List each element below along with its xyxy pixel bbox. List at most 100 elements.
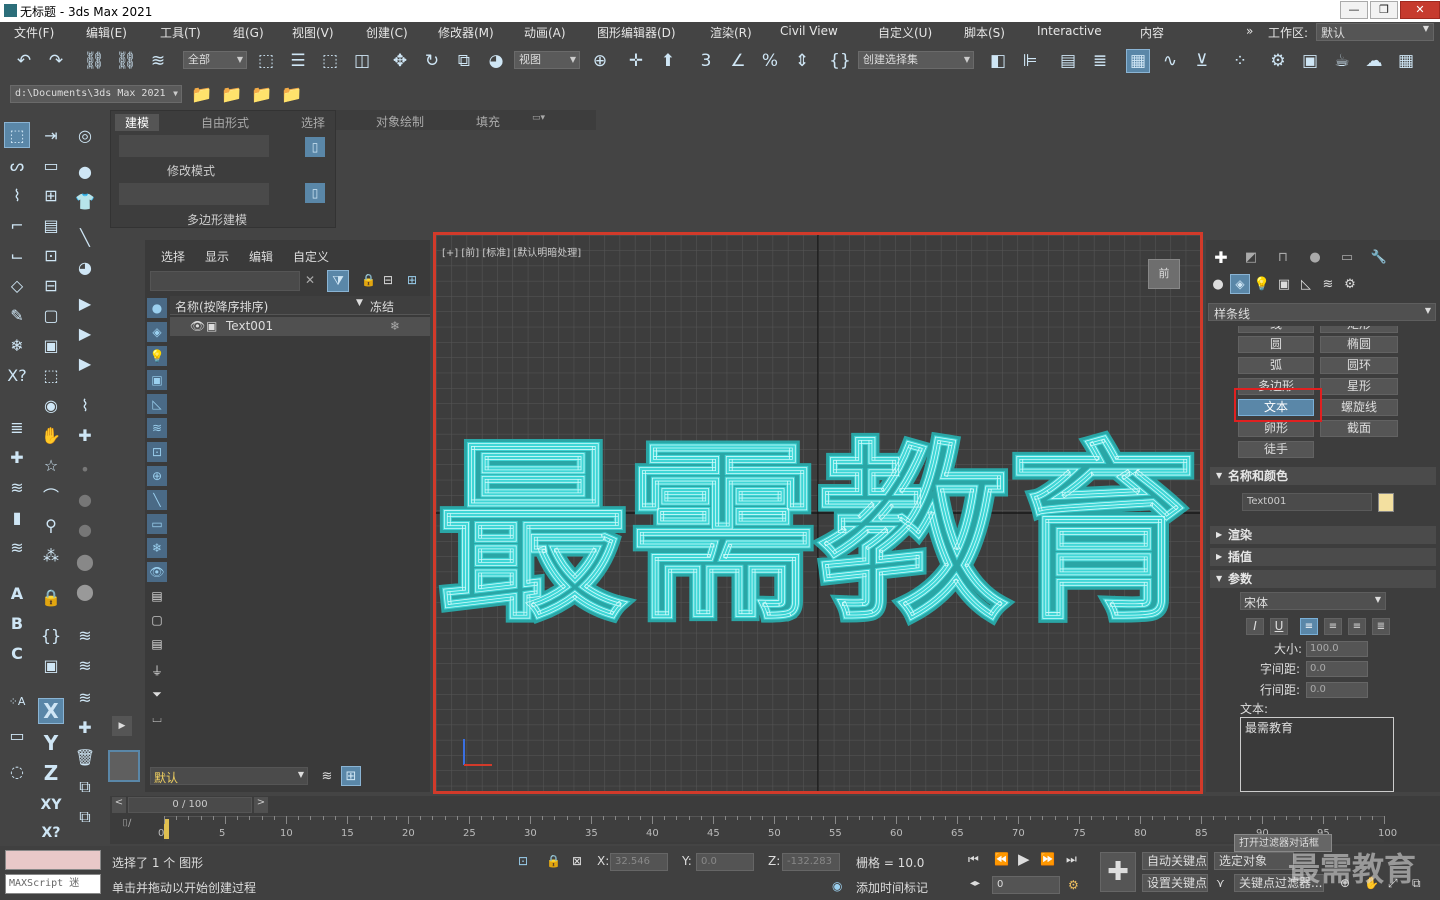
z-axis-icon[interactable]: Z (38, 760, 64, 786)
project-folder-icon[interactable]: 📁 (190, 83, 214, 107)
group-filter-icon[interactable]: ⊡ (147, 442, 167, 462)
a-icon[interactable]: A (4, 580, 30, 606)
select-icon[interactable]: ▮ (4, 504, 30, 530)
menu-rendering[interactable]: 渲染(R) (710, 24, 752, 41)
btn-circle[interactable]: 圆 (1238, 336, 1314, 353)
unlink-icon[interactable]: ⛓ (114, 49, 138, 73)
dot-xlarge-icon[interactable]: ⬤ (72, 548, 98, 574)
record-icon[interactable]: ▶ (72, 350, 98, 376)
workspace-dropdown[interactable]: 默认 ▼ (1316, 23, 1434, 41)
display-all-icon[interactable]: ▤ (147, 586, 167, 606)
brush-icon[interactable]: ╲ (72, 224, 98, 250)
layer-explorer-icon[interactable]: ≣ (1088, 49, 1112, 73)
snowflake-icon[interactable]: ❄ (4, 332, 30, 358)
menu-edit[interactable]: 编辑(E) (86, 24, 127, 41)
set-key-button[interactable]: 设置关键点 (1142, 874, 1208, 892)
align-left-icon[interactable]: ≡ (1300, 618, 1318, 635)
render-setup-icon[interactable]: ⚙ (1266, 49, 1290, 73)
hook-icon[interactable]: ⌒ (38, 482, 64, 508)
link-icon[interactable]: ⛓ (82, 49, 106, 73)
viewcube[interactable]: 前 (1148, 259, 1180, 289)
render-production-icon[interactable]: ☕ (1330, 49, 1354, 73)
rotate-icon[interactable]: ↻ (420, 49, 444, 73)
scene-explorer-mode-icon[interactable]: ⊞ (341, 766, 361, 786)
utilities-tab-icon[interactable]: 🔧 (1368, 246, 1390, 268)
invert-display-icon[interactable]: ▤ (147, 634, 167, 654)
lock-icon[interactable]: 🔒 (38, 584, 64, 610)
dots-circle-icon[interactable]: ◌ (4, 758, 30, 784)
render-cloud-icon[interactable]: ☁ (1362, 49, 1386, 73)
curve-editor-icon[interactable]: ∿ (1158, 49, 1182, 73)
named-selection-dropdown[interactable]: 创建选择集 ▼ (858, 51, 974, 69)
prev-frame-icon[interactable]: < (112, 797, 126, 813)
angle-snap-icon[interactable]: ∠ (726, 49, 750, 73)
object-name-field[interactable]: Text001 (1242, 493, 1372, 511)
select-tool-icon[interactable]: ⌙ (4, 242, 30, 268)
set-key-big-icon[interactable]: ✚ (1100, 852, 1136, 892)
stack-icon[interactable]: ≋ (4, 474, 30, 500)
rect-selection-icon[interactable]: ⬚ (318, 49, 342, 73)
maxscript-input[interactable]: MAXScript 迷 (5, 874, 101, 894)
close-button[interactable]: ✕ (1400, 1, 1440, 19)
btn-section[interactable]: 截面 (1320, 420, 1398, 437)
hierarchy-icon[interactable]: ⊟ (383, 273, 393, 287)
expand-panel-icon[interactable]: ▶ (112, 716, 132, 736)
braces-icon[interactable]: {} (38, 622, 64, 648)
link-tool-icon[interactable]: ⇥ (38, 122, 64, 148)
key-mode-icon[interactable]: ◂▸ (970, 878, 980, 889)
tab-populate[interactable]: 填充 (476, 113, 500, 130)
btn-line[interactable]: 线 (1238, 326, 1314, 333)
viewport-label[interactable]: [+] [前] [标准] [默认明暗处理] (442, 244, 581, 259)
undo-icon[interactable]: ↶ (12, 49, 36, 73)
ribbon-toggle-icon[interactable]: ▦ (1126, 49, 1150, 73)
mirror-icon[interactable]: ◧ (986, 49, 1010, 73)
hierarchy-tab-icon[interactable]: ⊓ (1272, 246, 1294, 268)
rollout-name-color[interactable]: ▼ 名称和颜色 (1210, 467, 1436, 485)
freeze-icon[interactable]: ❄ (390, 317, 400, 336)
y-coord-field[interactable]: 0.0 (696, 853, 754, 871)
rollout-parameters[interactable]: ▼ 参数 (1210, 570, 1436, 588)
scale-icon[interactable]: ⧉ (452, 49, 476, 73)
menu-tools[interactable]: 工具(T) (160, 24, 201, 41)
hidden-filter-icon[interactable]: 👁 (147, 562, 167, 582)
shape-filter-icon[interactable]: ◈ (147, 322, 167, 342)
menu-group[interactable]: 组(G) (233, 24, 264, 41)
menu-graph-editors[interactable]: 图形编辑器(D) (597, 24, 676, 41)
dot-large-icon[interactable]: ● (72, 516, 98, 542)
align-center-icon[interactable]: ≡ (1324, 618, 1342, 635)
redo-icon[interactable]: ↷ (44, 49, 68, 73)
layer-stack-2-icon[interactable]: ≋ (72, 622, 98, 648)
camera-filter-icon[interactable]: ▣ (147, 370, 167, 390)
helper-filter-icon[interactable]: ◺ (147, 394, 167, 414)
layer-paste-icon[interactable]: ⧉ (72, 804, 98, 830)
minimize-button[interactable]: — (1340, 1, 1368, 19)
user-icon[interactable]: ◉ (38, 392, 64, 418)
add-layer-icon[interactable]: ✚ (4, 444, 30, 470)
select-children-icon[interactable]: ⌴ (147, 708, 167, 728)
layer-copy-icon[interactable]: ⧉ (72, 774, 98, 800)
menu-file[interactable]: 文件(F) (14, 24, 54, 41)
size-spinner[interactable]: 100.0 (1306, 641, 1368, 657)
nodes-icon[interactable]: ⁂ (38, 542, 64, 568)
scene-explorer-icon[interactable]: ▤ (1056, 49, 1080, 73)
layer-add-icon[interactable]: ✚ (72, 714, 98, 740)
snap-3d-icon[interactable]: 3 (694, 49, 718, 73)
layer-stack-icon[interactable]: ≋ (4, 534, 30, 560)
bake-icon[interactable]: ▤ (38, 212, 64, 238)
light-filter-icon[interactable]: 💡 (147, 346, 167, 366)
display-none-icon[interactable]: ▢ (147, 610, 167, 630)
dot-xxlarge-icon[interactable]: ⬤ (72, 578, 98, 604)
menu-civil-view[interactable]: Civil View (780, 24, 838, 38)
display-tab-icon[interactable]: ▭ (1336, 246, 1358, 268)
isolate-icon[interactable]: ⊡ (518, 854, 528, 868)
underline-button[interactable]: U (1270, 618, 1288, 635)
paint-brush-icon[interactable]: ⌇ (72, 392, 98, 418)
play-sequence-icon[interactable]: ▶ (72, 290, 98, 316)
viewport-front[interactable]: 最需教育 最需教育 最需教育 [+] [前] [标准] [默认明暗处理] 前 (433, 232, 1203, 794)
helpers-icon[interactable]: ◺ (1296, 274, 1316, 294)
align-right-icon[interactable]: ≡ (1348, 618, 1366, 635)
btn-star[interactable]: 星形 (1320, 378, 1398, 395)
next-key-icon[interactable]: ⏩ (1040, 852, 1055, 866)
placement-icon[interactable]: ◕ (484, 49, 508, 73)
layer-stack-3-icon[interactable]: ≋ (72, 652, 98, 678)
